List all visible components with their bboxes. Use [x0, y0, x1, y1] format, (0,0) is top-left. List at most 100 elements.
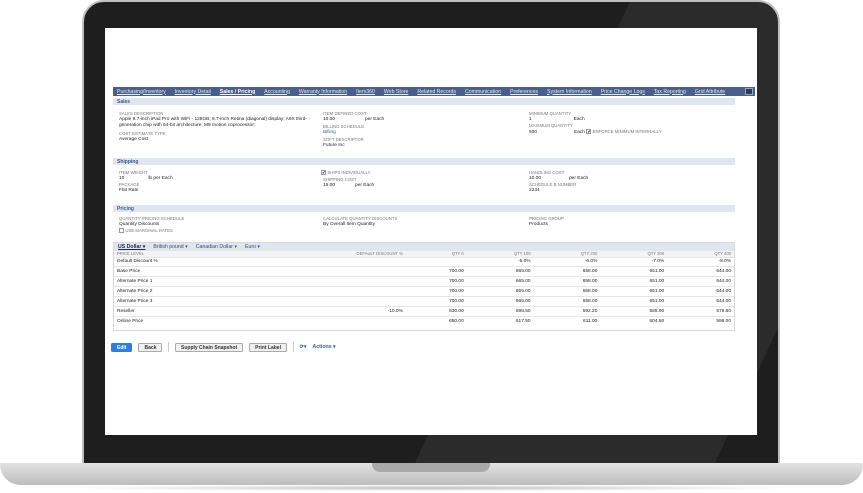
table-cell: Alternate Price 1	[114, 276, 252, 287]
table-cell: 592.20	[533, 305, 601, 317]
handling-cost-field: Handling Cost 10.00 per Each Schedule B N…	[529, 170, 588, 194]
section-pricing: Pricing	[113, 205, 735, 212]
value: By Overall Item Quantity	[323, 222, 375, 227]
table-cell: 651.00	[600, 296, 668, 307]
unit: Each	[573, 117, 585, 122]
table-row[interactable]: Base Price 700.00 665.00 658.00 651.00 644.00	[114, 266, 734, 277]
section-shipping: Shipping	[113, 158, 735, 165]
table-cell: 665.00	[466, 276, 534, 287]
item-weight-field: Item Weight 10 lb per Each Package Flat R…	[119, 170, 173, 194]
billing-schedule-link[interactable]: Billing	[323, 130, 384, 136]
table-cell	[251, 296, 406, 307]
tab-accounting[interactable]: Accounting	[264, 89, 290, 95]
table-cell	[251, 315, 406, 327]
table-cell: Reseller	[114, 305, 252, 317]
laptop-notch	[372, 463, 490, 472]
table-row[interactable]: Reseller -10.0% 630.00 598.50 592.20 585.90 57…	[114, 305, 734, 317]
label: Use Marginal Rates	[125, 228, 173, 233]
ships-individually-checkbox[interactable]: ✔	[321, 170, 326, 176]
unit: per Each	[355, 183, 375, 188]
tab-warranty-information[interactable]: Warranty Information	[299, 89, 347, 95]
table-cell: Alternate Price 2	[114, 286, 252, 297]
subtab-bar: Purchasing/Inventory Inventory Detail Sale…	[113, 87, 755, 96]
value: 15.00	[323, 183, 336, 188]
value: Future Inc	[323, 143, 345, 148]
tab-item360[interactable]: Item360	[356, 89, 375, 95]
table-cell: 665.00	[466, 266, 534, 277]
table-cell: -5.0%	[466, 256, 534, 267]
table-cell: 658.00	[533, 266, 601, 277]
unit: per Each	[153, 176, 173, 181]
tab-purchasing-inventory[interactable]: Purchasing/Inventory	[117, 89, 166, 95]
label: Enforce Minimum Internally	[592, 129, 662, 134]
currency-tab[interactable]: British pound ▾	[153, 244, 187, 250]
table-cell	[251, 276, 406, 287]
table-cell	[251, 286, 406, 297]
table-cell: 644.00	[667, 296, 734, 307]
table-cell: 650.00	[405, 315, 467, 327]
price-table: Price Level Default Discount % Qty 0 Qty 10…	[114, 251, 734, 327]
value: 1	[529, 117, 532, 122]
shipping-cost-field: ✔ Ships Individually Shipping Cost 15.00…	[321, 170, 374, 189]
tab-sales-pricing[interactable]: Sales / Pricing	[220, 89, 255, 95]
table-cell: Online Price	[114, 315, 252, 327]
currency-tab[interactable]: US Dollar ▾	[118, 244, 145, 250]
table-row[interactable]: Alternate Price 3 700.00 665.00 658.00 651.0…	[114, 296, 734, 307]
tab-inventory-detail[interactable]: Inventory Detail	[175, 89, 211, 95]
tab-system-information[interactable]: System Information	[547, 89, 592, 95]
table-cell: 611.00	[533, 315, 601, 327]
value: Average Cost	[119, 137, 148, 142]
table-cell: 651.00	[600, 266, 668, 277]
supply-chain-snapshot-button[interactable]: Supply Chain Snapshot	[175, 342, 244, 352]
tab-price-change-logs[interactable]: Price Change Logs	[601, 89, 645, 95]
table-row[interactable]: Default Discount % -5.0% -6.0% -7.0% -8.0%	[114, 256, 734, 267]
table-cell: 651.00	[600, 276, 668, 287]
unit: lb	[148, 176, 153, 181]
table-row[interactable]: Online Price 650.00 617.50 611.00 604.50 598.…	[114, 315, 734, 327]
back-button[interactable]: Back	[138, 342, 163, 352]
currency-tab[interactable]: Euro ▾	[245, 244, 260, 250]
enforce-minimum-checkbox[interactable]: ✔	[586, 129, 592, 135]
tab-preferences[interactable]: Preferences	[510, 89, 538, 95]
table-cell: 579.60	[667, 305, 734, 317]
tab-communication[interactable]: Communication	[465, 89, 501, 95]
tab-related-records[interactable]: Related Records	[417, 89, 456, 95]
section-sales: Sales	[113, 98, 735, 105]
value: 2234	[529, 188, 540, 193]
table-cell: 700.00	[405, 266, 467, 277]
value: Apple 9.7-inch iPad Pro with WiFi - 128G…	[119, 117, 307, 128]
value: 10.00	[323, 117, 336, 122]
tab-web-store[interactable]: Web Store	[384, 89, 408, 95]
print-label-button[interactable]: Print Label	[249, 342, 287, 352]
tab-tax-reporting[interactable]: Tax Reporting	[654, 89, 686, 95]
currency-tabs: US Dollar ▾ British pound ▾ Canadian Dolla…	[114, 243, 734, 251]
actions-menu[interactable]: Actions ▾	[313, 344, 336, 350]
table-cell: 644.00	[667, 286, 734, 297]
unit: Each	[574, 130, 585, 135]
use-marginal-rates-checkbox[interactable]	[119, 228, 124, 234]
tab-menu-icon[interactable]	[745, 88, 753, 95]
table-cell: 644.00	[667, 266, 734, 277]
table-cell: 665.00	[466, 296, 534, 307]
tab-grid-attribute[interactable]: Grid Attribute	[695, 89, 725, 95]
table-cell: 700.00	[405, 286, 467, 297]
label: Ships Individually	[327, 170, 371, 175]
table-cell: -6.0%	[533, 256, 601, 267]
table-row[interactable]: Alternate Price 1 700.00 665.00 658.00 651.0…	[114, 276, 734, 287]
item-defined-cost-field: Item Defined Cost 10.00 per Each Billing …	[323, 111, 384, 149]
table-cell: Base Price	[114, 266, 252, 277]
edit-button[interactable]: Edit	[111, 342, 133, 352]
table-cell	[405, 256, 467, 267]
refresh-menu-icon[interactable]: ⟳▾	[300, 344, 307, 350]
table-cell: -10.0%	[251, 305, 406, 317]
table-cell: 630.00	[405, 305, 467, 317]
table-cell: 665.00	[466, 286, 534, 297]
value: Products	[529, 222, 548, 227]
quantity-pricing-schedule-field: Quantity Pricing Schedule Quantity Disco…	[119, 216, 184, 235]
currency-tab[interactable]: Canadian Dollar ▾	[196, 244, 237, 250]
table-cell: 598.50	[466, 305, 534, 317]
table-cell	[251, 266, 406, 277]
table-row[interactable]: Alternate Price 2 700.00 665.00 658.00 651.0…	[114, 286, 734, 297]
table-cell: -8.0%	[667, 256, 734, 267]
table-cell: -7.0%	[600, 256, 668, 267]
